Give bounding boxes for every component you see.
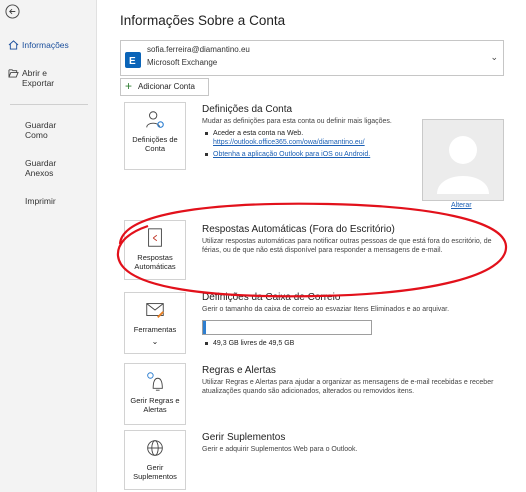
section-title: Definições da Conta bbox=[202, 104, 293, 115]
section-description: Mudar as definições para esta conta ou d… bbox=[202, 118, 392, 125]
plus-icon: + bbox=[125, 79, 133, 93]
tile-label: Ferramentas bbox=[133, 325, 177, 334]
nav-item-informacoes[interactable]: Informações bbox=[8, 40, 72, 50]
home-icon bbox=[8, 40, 19, 50]
backstage-sidebar: Informações Abrir e Exportar Guardar Com… bbox=[0, 0, 97, 492]
mailbox-usage-text: 49,3 GB livres de 49,5 GB bbox=[202, 339, 513, 348]
folder-open-icon bbox=[8, 69, 19, 78]
tile-label: Respostas Automáticas bbox=[134, 253, 176, 271]
section-description: Gerir e adquirir Suplementos Web para o … bbox=[202, 446, 358, 453]
section-title: Definições da Caixa de Correio bbox=[202, 292, 341, 303]
section-title: Respostas Automáticas (Fora do Escritóri… bbox=[202, 224, 395, 235]
nav-label: Informações bbox=[22, 40, 69, 50]
back-arrow-icon[interactable] bbox=[5, 4, 20, 19]
profile-photo bbox=[422, 119, 504, 201]
add-account-label: Adicionar Conta bbox=[138, 82, 195, 91]
auto-reply-icon bbox=[148, 228, 162, 247]
auto-replies-section: Respostas Automáticas (Fora do Escritóri… bbox=[202, 224, 502, 255]
change-photo-link[interactable]: Alterar bbox=[451, 202, 472, 209]
svg-text:E: E bbox=[129, 56, 136, 67]
rules-section: Regras e Alertas Utilizar Regras e Alert… bbox=[202, 365, 502, 396]
auto-replies-tile[interactable]: Respostas Automáticas bbox=[124, 220, 186, 280]
account-selector[interactable]: E sofia.ferreira@diamantino.eu Microsoft… bbox=[120, 40, 504, 76]
account-email: sofia.ferreira@diamantino.eu bbox=[147, 45, 250, 54]
manage-addins-tile[interactable]: Gerir Suplementos bbox=[124, 430, 186, 490]
mailbox-tools-tile[interactable]: Ferramentas ⌄ bbox=[124, 292, 186, 354]
account-type: Microsoft Exchange bbox=[147, 58, 218, 67]
person-placeholder-icon bbox=[437, 136, 489, 194]
nav-item-guardar-como[interactable]: Guardar Como bbox=[25, 120, 75, 140]
section-description: Gerir o tamanho da caixa de correio ao e… bbox=[202, 306, 450, 313]
section-title: Regras e Alertas bbox=[202, 365, 276, 376]
account-settings-tile[interactable]: Definições de Conta bbox=[124, 102, 186, 170]
addins-section: Gerir Suplementos Gerir e adquirir Suple… bbox=[202, 432, 502, 454]
exchange-icon: E bbox=[125, 52, 141, 68]
nav-label: Abrir e Exportar bbox=[22, 68, 55, 88]
chevron-down-icon: ⌄ bbox=[151, 337, 159, 346]
tile-label: Gerir Regras e Alertas bbox=[130, 396, 180, 414]
tile-label: Gerir Suplementos bbox=[133, 463, 177, 481]
usage-fill bbox=[203, 321, 206, 334]
mailbox-usage-bar bbox=[202, 320, 372, 335]
sidebar-divider bbox=[10, 104, 88, 105]
account-info-pane: Informações Sobre a Conta E sofia.ferrei… bbox=[96, 0, 526, 492]
section-description: Utilizar Regras e Alertas para ajudar a … bbox=[202, 379, 494, 395]
section-title: Gerir Suplementos bbox=[202, 432, 286, 443]
page-title: Informações Sobre a Conta bbox=[120, 13, 286, 28]
globe-icon bbox=[147, 440, 163, 456]
mobile-app-link[interactable]: Obtenha a aplicação Outlook para iOS ou … bbox=[213, 151, 370, 158]
rules-bell-icon bbox=[147, 372, 163, 391]
tile-label: Definições de Conta bbox=[132, 135, 178, 153]
add-account-button[interactable]: + Adicionar Conta bbox=[120, 78, 209, 96]
nav-item-guardar-anexos[interactable]: Guardar Anexos bbox=[25, 158, 75, 178]
chevron-down-icon: ⌄ bbox=[490, 52, 498, 62]
nav-item-imprimir[interactable]: Imprimir bbox=[25, 196, 75, 206]
section-description: Utilizar respostas automáticas para noti… bbox=[202, 238, 492, 254]
mailbox-tools-icon bbox=[146, 303, 164, 318]
mailbox-section: Definições da Caixa de Correio Gerir o t… bbox=[202, 292, 502, 314]
nav-item-abrir-exportar[interactable]: Abrir e Exportar bbox=[8, 68, 72, 88]
person-settings-icon bbox=[146, 111, 164, 128]
rules-alerts-tile[interactable]: Gerir Regras e Alertas bbox=[124, 363, 186, 425]
